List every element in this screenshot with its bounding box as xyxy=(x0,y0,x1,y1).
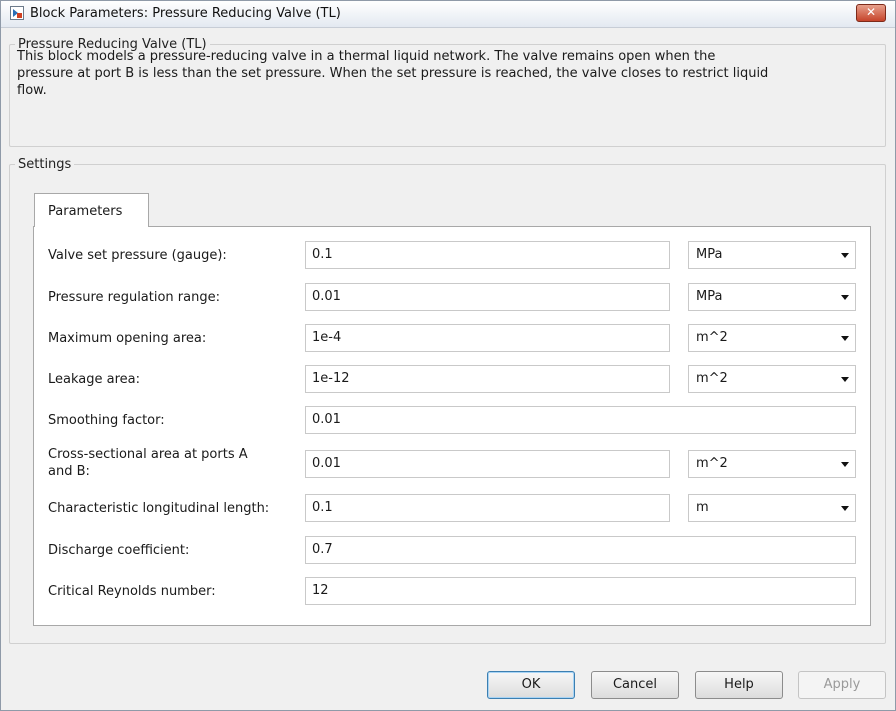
description-line: pressure at port B is less than the set … xyxy=(17,66,769,81)
description-line: This block models a pressure-reducing va… xyxy=(17,49,716,64)
cross-sectional-area-input[interactable]: 0.01 xyxy=(305,450,670,478)
param-label-pressure-regulation-range: Pressure regulation range: xyxy=(48,290,220,305)
tab-parameters[interactable]: Parameters xyxy=(34,193,149,227)
chevron-down-icon xyxy=(841,377,849,382)
cancel-button[interactable]: Cancel xyxy=(591,671,679,699)
cross-sectional-area-unit-select[interactable]: m^2 xyxy=(688,450,856,478)
chevron-down-icon xyxy=(841,295,849,300)
label-line: Cross-sectional area at ports A xyxy=(48,447,248,462)
maximum-opening-area-unit-select[interactable]: m^2 xyxy=(688,324,856,352)
param-label-smoothing-factor: Smoothing factor: xyxy=(48,413,165,428)
settings-group-title: Settings xyxy=(18,157,72,172)
critical-reynolds-number-input[interactable]: 12 xyxy=(305,577,856,605)
pressure-regulation-range-unit-select[interactable]: MPa xyxy=(688,283,856,311)
window-title: Block Parameters: Pressure Reducing Valv… xyxy=(30,6,341,21)
unit-value: m^2 xyxy=(696,371,728,386)
characteristic-longitudinal-length-input[interactable]: 0.1 xyxy=(305,494,670,522)
param-label-critical-reynolds-number: Critical Reynolds number: xyxy=(48,584,216,599)
help-button[interactable]: Help xyxy=(695,671,783,699)
unit-value: MPa xyxy=(696,247,723,262)
ok-button[interactable]: OK xyxy=(487,671,575,699)
discharge-coefficient-input[interactable]: 0.7 xyxy=(305,536,856,564)
chevron-down-icon xyxy=(841,336,849,341)
block-description: This block models a pressure-reducing va… xyxy=(17,48,877,99)
param-label-leakage-area: Leakage area: xyxy=(48,372,140,387)
apply-button[interactable]: Apply xyxy=(798,671,886,699)
unit-value: m^2 xyxy=(696,330,728,345)
valve-set-pressure-input[interactable]: 0.1 xyxy=(305,241,670,269)
maximum-opening-area-input[interactable]: 1e-4 xyxy=(305,324,670,352)
param-label-discharge-coefficient: Discharge coefficient: xyxy=(48,543,190,558)
chevron-down-icon xyxy=(841,462,849,467)
characteristic-longitudinal-length-unit-select[interactable]: m xyxy=(688,494,856,522)
pressure-regulation-range-input[interactable]: 0.01 xyxy=(305,283,670,311)
unit-value: MPa xyxy=(696,289,723,304)
leakage-area-input[interactable]: 1e-12 xyxy=(305,365,670,393)
param-label-cross-sectional-area: Cross-sectional area at ports A and B: xyxy=(48,446,298,480)
smoothing-factor-input[interactable]: 0.01 xyxy=(305,406,856,434)
unit-value: m^2 xyxy=(696,456,728,471)
chevron-down-icon xyxy=(841,506,849,511)
param-label-characteristic-longitudinal-length: Characteristic longitudinal length: xyxy=(48,501,270,516)
param-label-valve-set-pressure: Valve set pressure (gauge): xyxy=(48,248,227,263)
description-line: flow. xyxy=(17,83,47,98)
label-line: and B: xyxy=(48,464,90,479)
simulink-block-icon xyxy=(10,6,24,20)
param-label-maximum-opening-area: Maximum opening area: xyxy=(48,331,207,346)
valve-set-pressure-unit-select[interactable]: MPa xyxy=(688,241,856,269)
leakage-area-unit-select[interactable]: m^2 xyxy=(688,365,856,393)
unit-value: m xyxy=(696,500,709,515)
chevron-down-icon xyxy=(841,253,849,258)
title-bar[interactable]: Block Parameters: Pressure Reducing Valv… xyxy=(1,1,895,28)
close-button[interactable]: ✕ xyxy=(856,4,886,22)
